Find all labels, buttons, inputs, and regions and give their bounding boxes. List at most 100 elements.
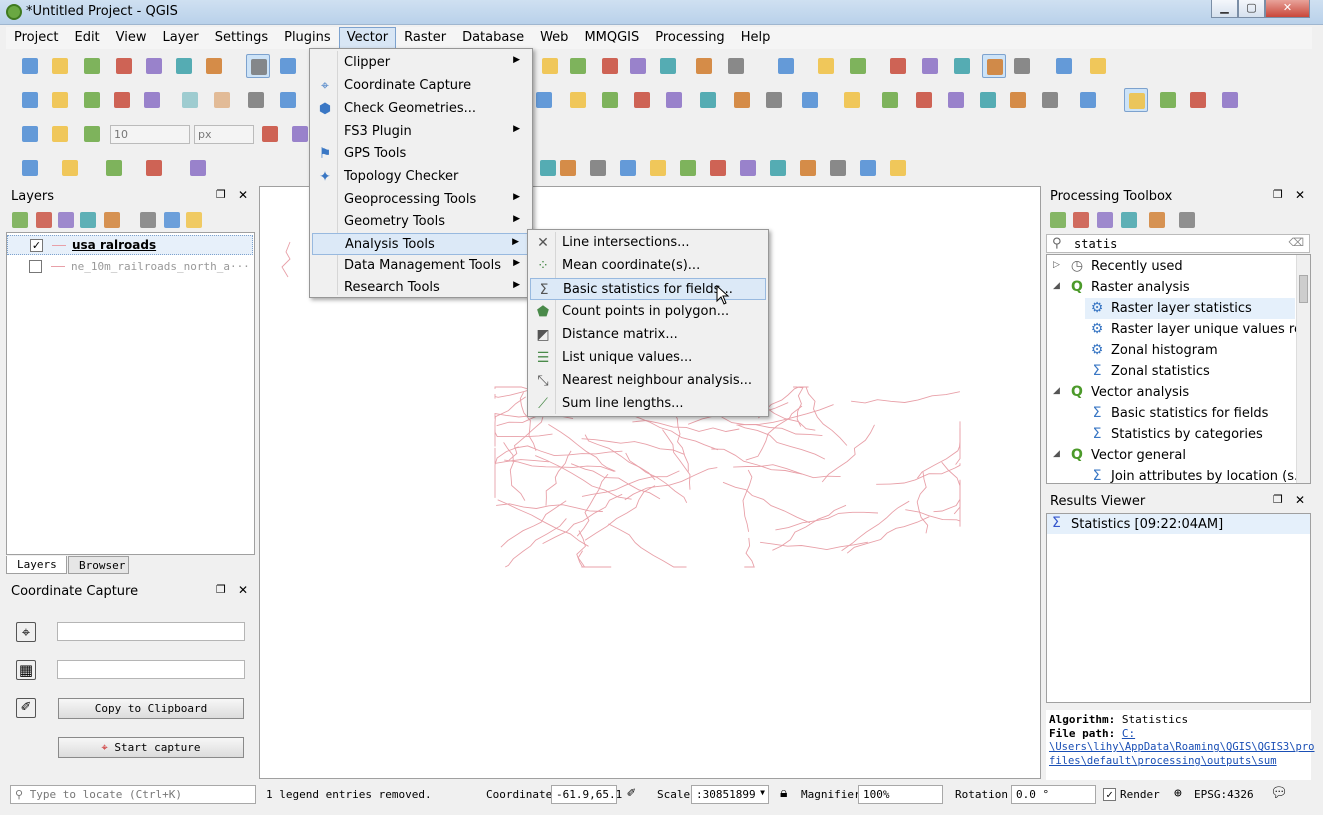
tree-scrollbar[interactable] bbox=[1296, 255, 1310, 483]
clear-search-icon[interactable]: ⌫ bbox=[1288, 236, 1304, 249]
zoom-icon[interactable] bbox=[566, 54, 590, 78]
add-layer-icon[interactable] bbox=[18, 88, 42, 112]
menu-item-data-management-tools[interactable]: Data Management Tools ▶ bbox=[312, 255, 530, 277]
menu-item-gps-tools[interactable]: ⚑ GPS Tools bbox=[312, 143, 530, 165]
label-edit-icon[interactable] bbox=[532, 88, 556, 112]
style-paint-icon[interactable] bbox=[12, 212, 28, 228]
menu-settings[interactable]: Settings bbox=[207, 27, 276, 49]
menu-layer[interactable]: Layer bbox=[155, 27, 207, 49]
menu-raster[interactable]: Raster bbox=[396, 27, 454, 49]
menu-item-basic-statistics-for-fields[interactable]: Σ Basic statistics for fields... bbox=[530, 278, 766, 300]
menu-item-nearest-neighbour-analysis[interactable]: ⤡ Nearest neighbour analysis... bbox=[530, 370, 766, 392]
label-icon[interactable] bbox=[630, 88, 654, 112]
text-icon[interactable] bbox=[1086, 54, 1110, 78]
tree-expander-icon[interactable]: ◢ bbox=[1053, 281, 1060, 291]
models-icon[interactable] bbox=[1050, 212, 1066, 228]
tree-expander-icon[interactable]: ◢ bbox=[1053, 386, 1060, 396]
menu-item-clipper[interactable]: Clipper ▶ bbox=[312, 52, 530, 74]
label-icon[interactable] bbox=[762, 88, 786, 112]
deselect-icon[interactable] bbox=[814, 54, 838, 78]
statistics-icon[interactable] bbox=[918, 54, 942, 78]
shape-icon[interactable] bbox=[796, 156, 820, 180]
label-icon[interactable] bbox=[598, 88, 622, 112]
menu-item-geoprocessing-tools[interactable]: Geoprocessing Tools ▶ bbox=[312, 189, 530, 211]
pan-hand-icon[interactable] bbox=[246, 54, 270, 78]
add-group-icon[interactable] bbox=[36, 212, 52, 228]
shape-icon[interactable] bbox=[586, 156, 610, 180]
expand-all-icon[interactable] bbox=[140, 212, 156, 228]
polygon-icon[interactable] bbox=[102, 156, 126, 180]
refresh-icon[interactable] bbox=[976, 88, 1000, 112]
layer-visibility-checkbox[interactable]: ✓ bbox=[30, 239, 43, 252]
select-icon[interactable] bbox=[774, 54, 798, 78]
menu-mmqgis[interactable]: MMQGIS bbox=[576, 27, 647, 49]
crosshair-icon[interactable]: ⌖ bbox=[16, 622, 36, 642]
menu-item-geometry-tools[interactable]: Geometry Tools ▶ bbox=[312, 211, 530, 233]
messages-icon[interactable]: 💬︎ bbox=[1270, 785, 1288, 801]
inspect-icon[interactable] bbox=[798, 88, 822, 112]
snap-icon[interactable] bbox=[1076, 88, 1100, 112]
panel-close-icon[interactable]: ✕ bbox=[238, 188, 248, 202]
split-icon[interactable] bbox=[258, 122, 282, 146]
attribute-table-icon[interactable] bbox=[846, 54, 870, 78]
options-icon[interactable] bbox=[1149, 212, 1165, 228]
open-folder-icon[interactable] bbox=[48, 54, 72, 78]
algorithm-zonal-statistics[interactable]: Σ Zonal statistics bbox=[1085, 361, 1295, 382]
zoom-icon[interactable] bbox=[538, 54, 562, 78]
provider-group-recently-used[interactable]: ▷ ◷ Recently used bbox=[1053, 256, 1293, 277]
panel-float-icon[interactable]: ❐ bbox=[1273, 493, 1283, 506]
menu-processing[interactable]: Processing bbox=[647, 27, 732, 49]
tab-browser[interactable]: Browser bbox=[68, 556, 129, 574]
circle-icon[interactable] bbox=[18, 156, 42, 180]
label-icon[interactable] bbox=[566, 88, 590, 112]
visibility-icon[interactable] bbox=[58, 212, 74, 228]
algorithm-basic-statistics-for-fields[interactable]: Σ Basic statistics for fields bbox=[1085, 403, 1295, 424]
identify-icon[interactable] bbox=[692, 54, 716, 78]
sigma-icon[interactable] bbox=[982, 54, 1006, 78]
magnet-icon[interactable] bbox=[18, 122, 42, 146]
shape-icon[interactable] bbox=[646, 156, 670, 180]
tree-expander-icon[interactable]: ▷ bbox=[1053, 260, 1060, 270]
coordinate-output-1[interactable] bbox=[57, 622, 245, 641]
menu-item-coordinate-capture[interactable]: ⌖ Coordinate Capture bbox=[312, 75, 530, 97]
measure-icon[interactable] bbox=[724, 54, 748, 78]
trace-icon[interactable] bbox=[48, 122, 72, 146]
close-button[interactable]: ✕ bbox=[1265, 0, 1310, 18]
toggle-edit-icon[interactable] bbox=[140, 88, 164, 112]
provider-group-raster-analysis[interactable]: ◢ Q Raster analysis bbox=[1053, 277, 1293, 298]
expression-icon[interactable] bbox=[104, 212, 120, 228]
menu-help[interactable]: Help bbox=[733, 27, 779, 49]
menu-item-research-tools[interactable]: Research Tools ▶ bbox=[312, 277, 530, 299]
results-icon[interactable] bbox=[1121, 212, 1137, 228]
digitize-unit-select[interactable]: px bbox=[194, 125, 254, 144]
layout-manager-icon[interactable] bbox=[202, 54, 226, 78]
shape-icon[interactable] bbox=[886, 156, 910, 180]
menu-project[interactable]: Project bbox=[6, 27, 66, 49]
vertex-snap-icon[interactable] bbox=[80, 122, 104, 146]
layer-item-usa-ralroads[interactable]: ✓ usa ralroads bbox=[7, 235, 253, 255]
filepath-link-3[interactable]: files\default\processing\outputs\sum bbox=[1049, 755, 1277, 767]
algorithm-zonal-histogram[interactable]: ⚙ Zonal histogram bbox=[1085, 340, 1295, 361]
filepath-link-2[interactable]: \Users\lihy\AppData\Roaming\QGIS\QGIS3\p… bbox=[1049, 741, 1315, 753]
provider-group-vector-general[interactable]: ◢ Q Vector general bbox=[1053, 445, 1293, 466]
algorithm-raster-layer-unique-values-re[interactable]: ⚙ Raster layer unique values re... bbox=[1085, 319, 1310, 340]
layer-item-ne-10m-railroads[interactable]: ne_10m_railroads_north_a··· bbox=[7, 257, 253, 277]
zoom-icon[interactable] bbox=[626, 54, 650, 78]
globe-crs-icon[interactable]: ⊕ bbox=[1174, 786, 1182, 801]
algorithm-join-attributes-by-location-s[interactable]: Σ Join attributes by location (s... bbox=[1085, 466, 1307, 483]
menu-edit[interactable]: Edit bbox=[66, 27, 107, 49]
coordinate-field[interactable]: -61.9,65.1 bbox=[551, 785, 622, 804]
ruler-icon[interactable] bbox=[1010, 54, 1034, 78]
magnifier-spinbox[interactable]: 100% bbox=[858, 785, 943, 804]
copy-to-clipboard-button[interactable]: Copy to Clipboard bbox=[58, 698, 244, 719]
label-icon[interactable] bbox=[696, 88, 720, 112]
history-icon[interactable] bbox=[1097, 212, 1113, 228]
remove-layer-icon[interactable] bbox=[186, 212, 202, 228]
geocode-icon[interactable] bbox=[1156, 88, 1180, 112]
collapse-all-icon[interactable] bbox=[164, 212, 180, 228]
locator-search-input[interactable]: ⚲ Type to locate (Ctrl+K) bbox=[10, 785, 256, 804]
maximize-button[interactable]: ▢ bbox=[1238, 0, 1265, 18]
digitize-width-input[interactable]: 10 bbox=[110, 125, 190, 144]
panel-close-icon[interactable]: ✕ bbox=[238, 583, 248, 597]
prev-clip-icon[interactable] bbox=[944, 88, 968, 112]
